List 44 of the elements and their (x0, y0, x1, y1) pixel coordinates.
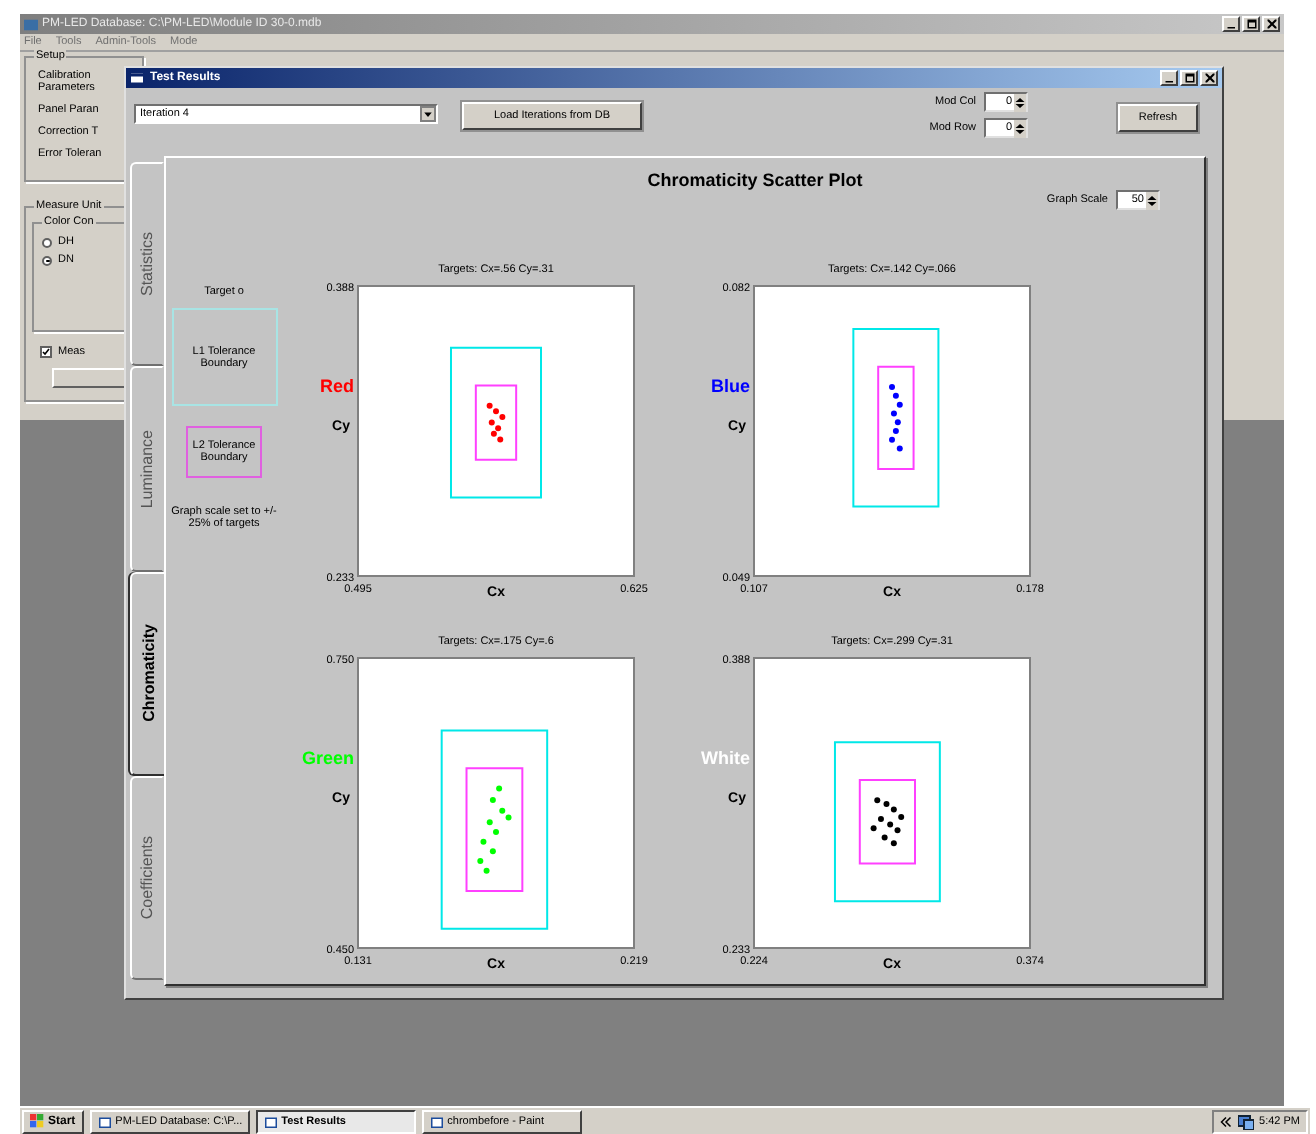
maximize-button[interactable] (1180, 70, 1198, 86)
chart-heading: Chromaticity Scatter Plot (647, 170, 863, 190)
maximize-icon (1183, 72, 1195, 84)
minimize-button[interactable] (1160, 70, 1178, 86)
data-point (877, 815, 884, 822)
data-point (489, 848, 496, 855)
data-point (480, 838, 487, 845)
data-point (493, 829, 499, 835)
data-point (489, 797, 496, 804)
plot-label: Green (301, 748, 354, 768)
tab[interactable]: Coefficients (130, 775, 164, 980)
window-icon (263, 1115, 278, 1127)
network-icon (1237, 1113, 1254, 1129)
window-icon (97, 1115, 112, 1127)
maximize-button[interactable] (1242, 16, 1260, 32)
checkbox[interactable] (40, 346, 52, 358)
window-icon (130, 72, 144, 84)
spin-arrows-icon (1146, 191, 1158, 209)
plot-label: White (701, 748, 750, 768)
data-point (870, 825, 877, 832)
tab[interactable]: Luminance (130, 366, 164, 571)
data-point (486, 819, 493, 826)
tab[interactable]: Chromaticity (130, 571, 166, 776)
close-icon (1203, 72, 1215, 84)
data-point (477, 858, 484, 864)
close-icon (1265, 18, 1277, 30)
close-button[interactable] (1200, 70, 1218, 86)
spin-arrows-icon (1014, 119, 1026, 137)
plot-label: Red (319, 376, 354, 396)
app-icon (24, 17, 38, 31)
data-point (496, 785, 503, 792)
minimize-button[interactable] (1222, 16, 1240, 32)
maximize-icon (1245, 18, 1257, 30)
window-icon (429, 1115, 444, 1127)
radio-button[interactable] (42, 237, 52, 247)
spin-arrows-icon (1014, 93, 1026, 111)
windows-logo-icon (30, 1114, 44, 1128)
plot-label: Blue (710, 376, 750, 396)
chevron-icon (1219, 1115, 1232, 1127)
data-point (483, 867, 490, 874)
close-button[interactable] (1262, 16, 1280, 32)
radio-button[interactable] (42, 255, 52, 265)
tab[interactable]: Statistics (130, 162, 164, 367)
caret-icon (420, 106, 436, 122)
